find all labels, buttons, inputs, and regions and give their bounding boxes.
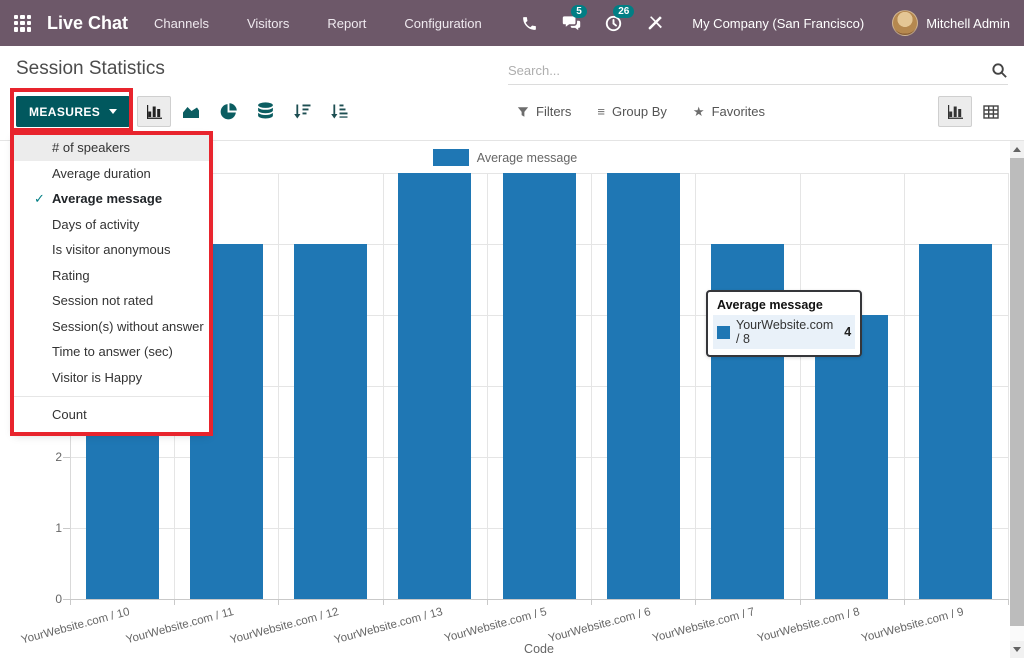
- measure-item[interactable]: ✓Average message: [14, 186, 209, 212]
- navbar-menus: Channels Visitors Report Configuration: [154, 16, 482, 31]
- measure-item[interactable]: Session(s) without answer: [14, 314, 209, 340]
- nav-menu-channels[interactable]: Channels: [154, 16, 209, 31]
- x-axis-tick: [1008, 599, 1009, 605]
- company-switcher[interactable]: My Company (San Francisco): [692, 16, 864, 31]
- measure-item-count[interactable]: Count: [14, 402, 209, 428]
- search-icon[interactable]: [991, 62, 1008, 79]
- measure-item[interactable]: Is visitor anonymous: [14, 237, 209, 263]
- line-chart-view-button[interactable]: [174, 96, 208, 127]
- gridline-vertical: [591, 173, 592, 599]
- y-axis-tick: [63, 528, 70, 529]
- x-axis-line: [70, 599, 1008, 600]
- group-by-icon: ≡: [597, 104, 605, 119]
- chart-type-toolbar: [137, 96, 356, 127]
- star-icon: ★: [693, 104, 705, 120]
- sort-descending-icon[interactable]: [285, 96, 319, 127]
- activities-badge: 26: [613, 5, 634, 18]
- bar-YourWebsite.com / 9[interactable]: [919, 244, 992, 599]
- bar-chart-view-button[interactable]: [137, 96, 171, 127]
- page-title: Session Statistics: [16, 58, 165, 80]
- favorites-button[interactable]: ★ Favorites: [693, 104, 765, 120]
- vertical-scrollbar[interactable]: [1010, 141, 1024, 658]
- search-input[interactable]: Search...: [508, 57, 1008, 85]
- measures-button[interactable]: MEASURES: [16, 96, 130, 127]
- tools-icon[interactable]: [644, 12, 666, 34]
- gridline-vertical: [383, 173, 384, 599]
- gridline-vertical: [1008, 173, 1009, 599]
- user-avatar: [892, 10, 918, 36]
- menu-divider: [14, 396, 209, 397]
- filters-button[interactable]: Filters: [517, 104, 571, 119]
- bar-YourWebsite.com / 12[interactable]: [294, 244, 367, 599]
- bar-YourWebsite.com / 5[interactable]: [503, 173, 576, 599]
- y-axis-label: 0: [36, 592, 62, 606]
- scroll-down-arrow[interactable]: [1010, 641, 1024, 658]
- y-axis-tick: [63, 599, 70, 600]
- measure-item[interactable]: Time to answer (sec): [14, 339, 209, 365]
- graph-view-button[interactable]: [938, 96, 972, 127]
- nav-menu-configuration[interactable]: Configuration: [404, 16, 481, 31]
- phone-icon[interactable]: [518, 12, 540, 34]
- measure-item[interactable]: Days of activity: [14, 212, 209, 238]
- group-by-button[interactable]: ≡ Group By: [597, 104, 667, 119]
- scroll-up-arrow[interactable]: [1010, 141, 1024, 158]
- measure-item[interactable]: Visitor is Happy: [14, 365, 209, 391]
- tooltip-value: 4: [844, 325, 851, 339]
- activities-icon[interactable]: 26: [602, 12, 624, 34]
- sort-ascending-icon[interactable]: [322, 96, 356, 127]
- measure-item[interactable]: Rating: [14, 263, 209, 289]
- messages-badge: 5: [571, 5, 587, 18]
- bar-YourWebsite.com / 6[interactable]: [607, 173, 680, 599]
- tooltip-row: YourWebsite.com / 8 4: [713, 315, 855, 349]
- gridline-vertical: [278, 173, 279, 599]
- user-name: Mitchell Admin: [926, 16, 1010, 31]
- legend-label: Average message: [477, 151, 578, 165]
- x-axis-title: Code: [70, 642, 1008, 656]
- gridline-vertical: [800, 173, 801, 599]
- chart-tooltip: Average message YourWebsite.com / 8 4: [706, 290, 862, 357]
- search-placeholder: Search...: [508, 63, 560, 78]
- tooltip-title: Average message: [708, 292, 860, 315]
- pie-chart-view-button[interactable]: [211, 96, 245, 127]
- messages-icon[interactable]: 5: [560, 12, 582, 34]
- gridline-vertical: [487, 173, 488, 599]
- bar-YourWebsite.com / 13[interactable]: [398, 173, 471, 599]
- nav-menu-visitors[interactable]: Visitors: [247, 16, 289, 31]
- app-brand[interactable]: Live Chat: [47, 13, 128, 34]
- database-stack-icon[interactable]: [248, 96, 282, 127]
- gridline-vertical: [904, 173, 905, 599]
- measure-item[interactable]: Average duration: [14, 161, 209, 187]
- measure-item[interactable]: # of speakers: [14, 135, 209, 161]
- filter-icon: [517, 106, 529, 118]
- odoo-live-chat-screen: Live Chat Channels Visitors Report Configur…: [0, 0, 1024, 658]
- nav-menu-report[interactable]: Report: [327, 16, 366, 31]
- check-icon: ✓: [34, 186, 45, 212]
- apps-menu-icon[interactable]: [14, 15, 31, 32]
- caret-down-icon: [109, 109, 117, 114]
- tooltip-swatch: [717, 326, 730, 339]
- measures-dropdown-menu: # of speakersAverage duration✓Average me…: [14, 135, 209, 432]
- tooltip-label: YourWebsite.com / 8: [736, 318, 833, 346]
- scrollbar-thumb[interactable]: [1010, 158, 1024, 626]
- y-axis-label: 2: [36, 450, 62, 464]
- legend-swatch: [433, 149, 469, 166]
- bar-YourWebsite.com / 8[interactable]: [815, 315, 888, 599]
- view-switcher: [938, 96, 1008, 127]
- user-menu[interactable]: Mitchell Admin: [892, 10, 1010, 36]
- measure-item[interactable]: Session not rated: [14, 288, 209, 314]
- pivot-view-button[interactable]: [974, 96, 1008, 127]
- search-options-bar: Filters ≡ Group By ★ Favorites: [517, 96, 765, 127]
- top-navbar: Live Chat Channels Visitors Report Configur…: [0, 0, 1024, 46]
- y-axis-tick: [63, 457, 70, 458]
- gridline-vertical: [695, 173, 696, 599]
- y-axis-label: 1: [36, 521, 62, 535]
